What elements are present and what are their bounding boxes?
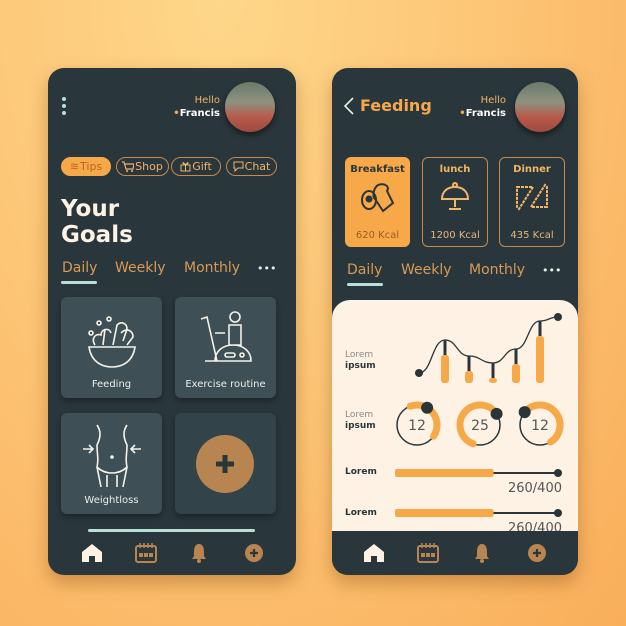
progress-fill xyxy=(395,469,494,477)
progress-value: 260/400 xyxy=(507,481,562,496)
exercise-bike-icon xyxy=(200,311,252,362)
calendar-icon[interactable] xyxy=(135,543,157,563)
tab-daily[interactable]: Daily xyxy=(347,262,382,278)
card-label: Weightloss xyxy=(84,495,139,506)
user-greeting: Hello Francis xyxy=(459,94,506,120)
user-name: Francis xyxy=(459,108,506,119)
chat-icon xyxy=(233,161,244,172)
rings-label: Lorem ipsum xyxy=(345,410,376,431)
home-icon[interactable] xyxy=(81,543,103,563)
tab-weekly[interactable]: Weekly xyxy=(115,260,166,276)
meal-dinner[interactable]: Dinner 435 Kcal xyxy=(499,157,565,247)
progress-handle xyxy=(554,469,562,477)
chart-bar xyxy=(441,355,449,383)
bottom-nav xyxy=(332,531,578,575)
active-tab-indicator xyxy=(347,283,383,286)
screen-title: Feeding xyxy=(360,96,432,115)
meal-breakfast[interactable]: Breakfast 620 Kcal xyxy=(345,157,410,247)
bell-icon[interactable] xyxy=(474,543,490,563)
bell-icon[interactable] xyxy=(191,543,207,563)
add-goal-card[interactable] xyxy=(175,413,276,514)
ring-value: 12 xyxy=(408,418,426,434)
home-icon[interactable] xyxy=(363,543,385,563)
chart-bar xyxy=(512,364,520,383)
meal-lunch[interactable]: lunch 1200 Kcal xyxy=(422,157,488,247)
bottom-nav xyxy=(48,531,296,575)
stats-panel: Lorem ipsum 12 25 12 Lorem ipsum Lorem 260/4… xyxy=(332,300,578,540)
ring-knob xyxy=(421,401,434,414)
feeding-screen: Feeding HelloFrancis Breakfast 620 Kcal … xyxy=(332,68,578,575)
tab-monthly[interactable]: Monthly xyxy=(184,260,240,276)
tab-weekly[interactable]: Weekly xyxy=(401,262,452,278)
chart-bar xyxy=(465,371,473,383)
progress-fill xyxy=(395,509,494,517)
card-exercise-routine[interactable]: Exercise routine xyxy=(175,297,276,398)
avatar[interactable] xyxy=(515,82,565,132)
ring-knob xyxy=(490,407,503,420)
chart-bar xyxy=(536,336,544,383)
chip-shop[interactable]: Shop xyxy=(116,157,169,176)
plus-icon[interactable] xyxy=(196,435,254,493)
active-tab-indicator xyxy=(61,281,97,284)
waist-icon xyxy=(83,424,141,488)
vertical-dots-icon[interactable] xyxy=(60,96,68,116)
card-feeding[interactable]: Feeding xyxy=(61,297,162,398)
chart-end-dot xyxy=(554,313,562,321)
salad-bowl-icon xyxy=(88,316,136,368)
tab-monthly[interactable]: Monthly xyxy=(469,262,525,278)
hello-text: Hello xyxy=(480,95,506,106)
ring-knob xyxy=(518,406,531,419)
chip-chat[interactable]: Chat xyxy=(226,157,277,176)
chart-start-dot xyxy=(415,369,423,377)
calendar-icon[interactable] xyxy=(417,543,439,563)
ring-value: 25 xyxy=(471,418,489,434)
page-title: Your Goals xyxy=(61,196,133,248)
card-weightloss[interactable]: Weightloss xyxy=(61,413,162,514)
progress-label: Lorem xyxy=(345,508,377,518)
back-chevron-icon[interactable] xyxy=(344,97,354,115)
more-button[interactable]: ••• xyxy=(257,262,276,275)
sandwich-icon xyxy=(516,183,548,211)
gift-icon xyxy=(180,162,191,172)
cloche-icon xyxy=(440,182,470,210)
user-greeting: Hello Francis xyxy=(173,94,220,120)
more-button[interactable]: ••• xyxy=(542,264,561,277)
progress-label: Lorem xyxy=(345,467,377,477)
egg-toast-icon xyxy=(360,183,394,213)
chip-gift[interactable]: Gift xyxy=(171,157,221,176)
hello-text: Hello xyxy=(194,95,220,106)
cart-icon xyxy=(122,161,135,172)
chip-tips[interactable]: ≋ Tips xyxy=(61,157,111,176)
tab-daily[interactable]: Daily xyxy=(62,260,97,276)
plus-circle-icon[interactable] xyxy=(527,543,547,563)
goals-screen: Hello Francis ≋Tips Shop Gift Chat YourGo… xyxy=(48,68,296,575)
user-name: Francis xyxy=(173,108,220,119)
plus-circle-icon[interactable] xyxy=(244,543,264,563)
ring-value: 12 xyxy=(531,418,549,434)
waves-icon: ≋ xyxy=(69,160,80,173)
card-label: Exercise routine xyxy=(185,379,266,390)
progress-handle xyxy=(554,509,562,517)
avatar[interactable] xyxy=(225,82,275,132)
card-label: Feeding xyxy=(91,379,132,390)
chart-bar xyxy=(489,378,497,383)
